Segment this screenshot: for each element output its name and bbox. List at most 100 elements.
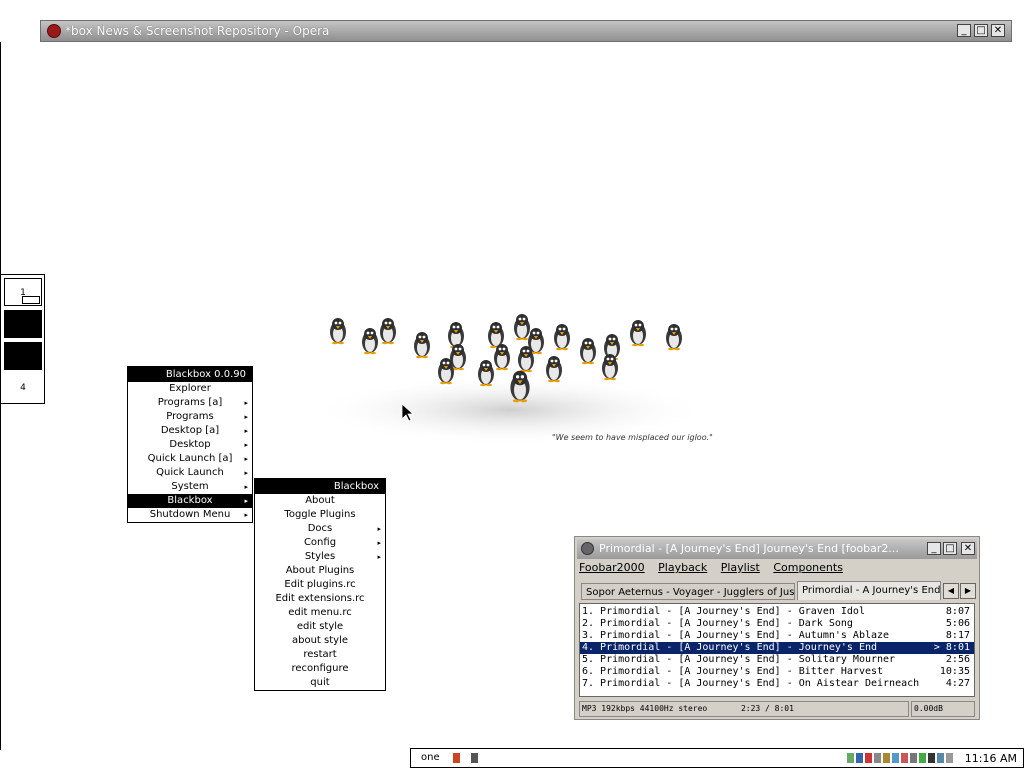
menu-item-reconfigure[interactable]: reconfigure (255, 662, 385, 676)
workspace-2[interactable] (4, 310, 42, 338)
maximize-button[interactable]: □ (974, 24, 988, 37)
menu-foobar2000[interactable]: Foobar2000 (579, 561, 645, 574)
tray-icon[interactable] (919, 753, 926, 763)
penguin (580, 338, 596, 365)
menu-components[interactable]: Components (773, 561, 843, 574)
opera-titlebar[interactable]: *box News & Screenshot Repository - Oper… (40, 20, 1012, 42)
track-title: 3. Primordial - [A Journey's End] - Autu… (582, 630, 890, 641)
menu-item-desktop[interactable]: Desktop ▸ (128, 438, 252, 452)
opera-app-icon (47, 24, 61, 38)
menu-item-quick-launch-a[interactable]: Quick Launch [a] ▸ (128, 452, 252, 466)
playlist-row[interactable]: 1. Primordial - [A Journey's End] - Grav… (580, 606, 974, 618)
maximize-button[interactable]: □ (943, 542, 957, 555)
foobar-titlebar[interactable]: Primordial - [A Journey's End] Journey's… (577, 539, 977, 559)
menu-item-quick-launch[interactable]: Quick Launch ▸ (128, 466, 252, 480)
menu-item-about[interactable]: About (255, 494, 385, 508)
tray-icon[interactable] (883, 753, 890, 763)
window-title: *box News & Screenshot Repository - Oper… (65, 24, 330, 38)
workspace-3[interactable] (4, 342, 42, 370)
minimize-button[interactable]: _ (957, 24, 971, 37)
tray-icon[interactable] (910, 753, 917, 763)
workspace-pager[interactable]: 1 4 (0, 274, 45, 404)
menu-item-label: Shutdown Menu (149, 509, 231, 520)
playlist[interactable]: 1. Primordial - [A Journey's End] - Grav… (579, 603, 975, 697)
minimize-button[interactable]: _ (927, 542, 941, 555)
playlist-row[interactable]: 7. Primordial - [A Journey's End] - On A… (580, 678, 974, 690)
tab-primordial[interactable]: Primordial - A Journey's End (797, 581, 941, 600)
blackbox-root-menu[interactable]: Blackbox 0.0.90 Explorer Programs [a] ▸ Pro… (127, 366, 253, 523)
menu-item-docs[interactable]: Docs ▸ (255, 522, 385, 536)
volume-level: 0.00dB (911, 701, 975, 717)
playlist-row[interactable]: 5. Primordial - [A Journey's End] - Soli… (580, 654, 974, 666)
penguin (494, 344, 510, 371)
menu-item-edit-extensions-rc[interactable]: Edit extensions.rc (255, 592, 385, 606)
foobar-window-title: Primordial - [A Journey's End] Journey's… (599, 542, 899, 555)
opera-task-icon[interactable] (453, 753, 460, 763)
playlist-row[interactable]: 2. Primordial - [A Journey's End] - Dark… (580, 618, 974, 630)
menu-item-config[interactable]: Config ▸ (255, 536, 385, 550)
menu-item-edit-menu-rc[interactable]: edit menu.rc (255, 606, 385, 620)
menu-item-label: Config (303, 537, 337, 548)
menu-item-label: edit style (296, 621, 344, 632)
tab-sopor-aeternus[interactable]: Sopor Aeternus - Voyager - Jugglers of J… (581, 583, 795, 600)
workspace-1[interactable]: 1 (4, 278, 42, 306)
blackbox-toolbar[interactable]: one 11:16 AM (410, 748, 1024, 768)
submenu-arrow-icon: ▸ (244, 441, 248, 449)
tab-scroll-left-icon[interactable]: ◀ (943, 583, 959, 599)
menu-item-about-plugins[interactable]: About Plugins (255, 564, 385, 578)
track-title: 5. Primordial - [A Journey's End] - Soli… (582, 654, 896, 665)
playlist-row[interactable]: 3. Primordial - [A Journey's End] - Autu… (580, 630, 974, 642)
menu-item-edit-plugins-rc[interactable]: Edit plugins.rc (255, 578, 385, 592)
tray-icon[interactable] (892, 753, 899, 763)
menu-item-system[interactable]: System ▸ (128, 480, 252, 494)
penguin (380, 318, 396, 345)
menu-playlist[interactable]: Playlist (721, 561, 760, 574)
workspace-4[interactable]: 4 (4, 374, 42, 402)
close-button[interactable]: ✕ (991, 24, 1005, 37)
menu-playback[interactable]: Playback (658, 561, 707, 574)
track-title: 2. Primordial - [A Journey's End] - Dark… (582, 618, 853, 629)
tray-icon[interactable] (928, 753, 935, 763)
menu-item-edit-style[interactable]: edit style (255, 620, 385, 634)
wallpaper-caption: "We seem to have misplaced our igloo." (552, 433, 713, 442)
tray-icon[interactable] (847, 753, 854, 763)
submenu-arrow-icon: ▸ (244, 483, 248, 491)
menu-item-desktop-a[interactable]: Desktop [a] ▸ (128, 424, 252, 438)
menu-item-label: reconfigure (291, 663, 349, 674)
workspace-name[interactable]: one (421, 752, 440, 763)
menu-item-explorer[interactable]: Explorer (128, 382, 252, 396)
foobar-task-icon[interactable] (471, 753, 478, 763)
foobar2000-window[interactable]: Primordial - [A Journey's End] Journey's… (574, 536, 980, 720)
menu-item-toggle-plugins[interactable]: Toggle Plugins (255, 508, 385, 522)
tray-icon[interactable] (901, 753, 908, 763)
penguin-wallpaper (310, 314, 710, 445)
track-title: 4. Primordial - [A Journey's End] - Jour… (582, 642, 878, 653)
tray-icon[interactable] (937, 753, 944, 763)
playlist-tabs: Sopor Aeternus - Voyager - Jugglers of J… (581, 581, 977, 601)
menu-item-label: about style (291, 635, 348, 646)
tray-icon[interactable] (856, 753, 863, 763)
playlist-row[interactable]: 4. Primordial - [A Journey's End] - Jour… (580, 642, 974, 654)
menu-item-programs[interactable]: Programs ▸ (128, 410, 252, 424)
menu-item-styles[interactable]: Styles ▸ (255, 550, 385, 564)
menu-item-programs-a[interactable]: Programs [a] ▸ (128, 396, 252, 410)
menu-item-about-style[interactable]: about style (255, 634, 385, 648)
menu-item-restart[interactable]: restart (255, 648, 385, 662)
menu-item-label: Styles (304, 551, 336, 562)
menu-item-quit[interactable]: quit (255, 676, 385, 690)
submenu-arrow-icon: ▸ (244, 427, 248, 435)
track-title: 7. Primordial - [A Journey's End] - On A… (582, 678, 920, 689)
penguin (448, 322, 464, 349)
menu-item-shutdown-menu[interactable]: Shutdown Menu ▸ (128, 508, 252, 522)
tray-icon[interactable] (946, 753, 953, 763)
tray-icon[interactable] (874, 753, 881, 763)
menu-item-label: restart (303, 649, 337, 660)
blackbox-submenu[interactable]: Blackbox About Toggle Plugins Docs ▸ Config ▸… (254, 478, 386, 691)
menu-item-blackbox[interactable]: Blackbox ▸ (128, 494, 252, 508)
menu-item-label: quit (310, 677, 330, 688)
close-button[interactable]: ✕ (961, 542, 975, 555)
tray-icon[interactable] (865, 753, 872, 763)
clock: 11:16 AM (964, 752, 1017, 765)
tab-scroll-right-icon[interactable]: ▶ (960, 583, 976, 599)
playlist-row[interactable]: 6. Primordial - [A Journey's End] - Bitt… (580, 666, 974, 678)
